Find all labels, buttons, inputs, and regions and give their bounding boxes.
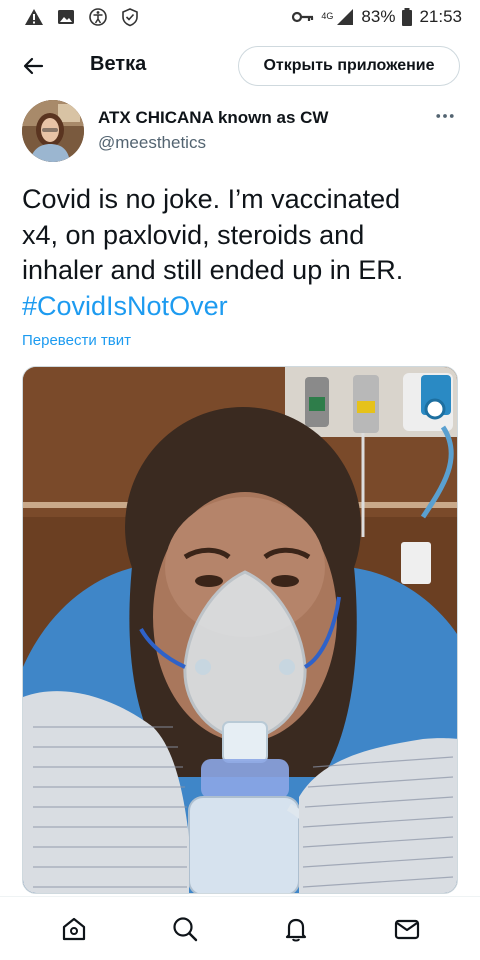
- status-bar: 4G 83% 21:53: [0, 0, 480, 34]
- nav-messages[interactable]: [383, 905, 431, 953]
- nav-home[interactable]: [50, 905, 98, 953]
- nav-search[interactable]: [161, 905, 209, 953]
- tweet-text-line: inhaler and still ended up in ER.: [22, 255, 404, 285]
- bottom-navigation: [0, 896, 480, 960]
- warning-icon: [24, 7, 44, 27]
- tweet-text: Covid is no joke. I’m vaccinated x4, on …: [22, 182, 462, 324]
- hashtag-link[interactable]: #CovidIsNotOver: [22, 289, 462, 325]
- status-left-icons: [24, 7, 140, 27]
- nav-notifications[interactable]: [272, 905, 320, 953]
- search-icon: [172, 916, 197, 941]
- shield-icon: [120, 7, 140, 27]
- tweet-text-line: x4, on paxlovid, steroids and: [22, 219, 365, 250]
- network-type-label: 4G: [321, 11, 334, 21]
- signal-icon: [335, 7, 355, 27]
- author-handle[interactable]: @meesthetics: [98, 133, 206, 153]
- back-button[interactable]: [18, 50, 50, 82]
- more-options-button[interactable]: [432, 106, 458, 126]
- accessibility-icon: [88, 7, 108, 27]
- notifications-icon: [285, 918, 306, 941]
- translate-tweet-link[interactable]: Перевести твит: [22, 332, 131, 349]
- image-icon: [56, 7, 76, 27]
- tweet-author: ATX CHICANA known as CW @meesthetics: [22, 100, 462, 164]
- thread-header: Ветка Открыть приложение: [0, 42, 480, 88]
- tweet-photo[interactable]: [22, 366, 458, 894]
- author-name[interactable]: ATX CHICANA known as CW: [98, 108, 328, 128]
- messages-icon: [394, 919, 419, 939]
- open-app-button[interactable]: Открыть приложение: [238, 46, 460, 86]
- home-icon: [62, 917, 85, 940]
- arrow-left-icon: [23, 57, 44, 75]
- key-icon: [291, 7, 315, 27]
- battery-percent: 83%: [361, 7, 396, 26]
- avatar[interactable]: [22, 100, 84, 162]
- tweet-text-line: Covid is no joke. I’m vaccinated: [22, 184, 401, 214]
- page-title: Ветка: [90, 53, 147, 75]
- more-dots-icon: [436, 114, 454, 118]
- status-right-icons: 4G 83% 21:53: [291, 7, 462, 27]
- battery-icon: [401, 7, 413, 27]
- clock: 21:53: [419, 7, 462, 26]
